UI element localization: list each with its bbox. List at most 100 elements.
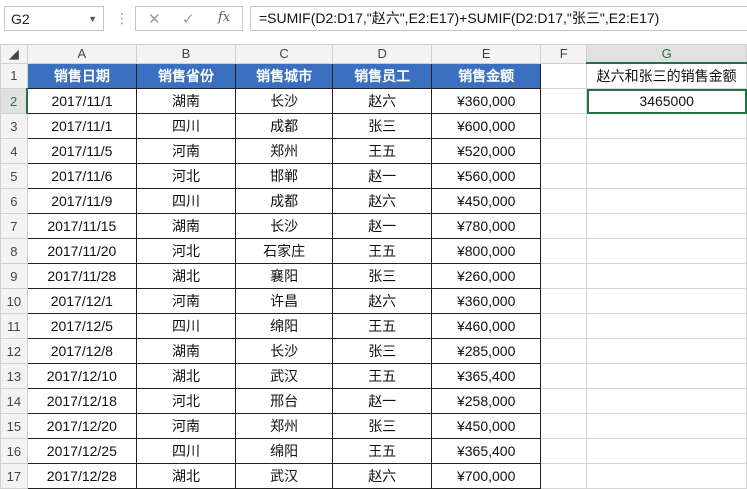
cell[interactable]	[540, 388, 588, 414]
table-cell[interactable]: 四川	[135, 188, 237, 214]
table-cell[interactable]: 王五	[332, 238, 433, 264]
table-cell[interactable]: 王五	[332, 363, 433, 389]
row-header[interactable]: 4	[0, 138, 28, 164]
cell[interactable]	[586, 413, 747, 439]
table-header-cell[interactable]: 销售日期	[26, 62, 137, 89]
row-header[interactable]: 7	[0, 213, 28, 239]
table-cell[interactable]: 长沙	[235, 213, 334, 239]
cell[interactable]	[586, 463, 747, 489]
cell[interactable]	[540, 88, 588, 114]
row-header[interactable]: 1	[0, 62, 28, 89]
table-cell[interactable]: 赵六	[332, 288, 433, 314]
cell[interactable]	[586, 163, 747, 189]
table-cell[interactable]: 赵一	[332, 163, 433, 189]
table-cell[interactable]: 赵六	[332, 88, 433, 114]
table-cell[interactable]: 河南	[135, 413, 237, 439]
cell[interactable]	[540, 313, 588, 339]
table-cell[interactable]: 河北	[135, 238, 237, 264]
table-cell[interactable]: 绵阳	[235, 438, 334, 464]
table-cell[interactable]: 湖北	[135, 263, 237, 289]
table-cell[interactable]: ¥700,000	[431, 463, 542, 489]
row-header[interactable]: 17	[0, 463, 28, 489]
table-cell[interactable]: 2017/11/20	[26, 238, 137, 264]
cell[interactable]	[586, 363, 747, 389]
table-cell[interactable]: 2017/12/28	[26, 463, 137, 489]
table-cell[interactable]: 湖南	[135, 88, 237, 114]
column-header-B[interactable]: B	[135, 44, 237, 64]
table-header-cell[interactable]: 销售城市	[235, 62, 334, 89]
cell[interactable]	[540, 213, 588, 239]
table-cell[interactable]: 郑州	[235, 138, 334, 164]
cell[interactable]	[540, 438, 588, 464]
cell[interactable]	[540, 62, 588, 89]
table-cell[interactable]: 湖南	[135, 213, 237, 239]
cell-G2-selected[interactable]: 3465000	[586, 88, 747, 114]
table-cell[interactable]: ¥450,000	[431, 188, 542, 214]
column-header-G[interactable]: G	[586, 44, 747, 64]
table-cell[interactable]: 成都	[235, 113, 334, 139]
column-header-D[interactable]: D	[332, 44, 433, 64]
cell[interactable]	[540, 413, 588, 439]
table-cell[interactable]: ¥520,000	[431, 138, 542, 164]
table-cell[interactable]: 许昌	[235, 288, 334, 314]
table-cell[interactable]: 绵阳	[235, 313, 334, 339]
table-cell[interactable]: ¥360,000	[431, 288, 542, 314]
table-header-cell[interactable]: 销售省份	[135, 62, 237, 89]
formula-input[interactable]: =SUMIF(D2:D17,"赵六",E2:E17)+SUMIF(D2:D17,…	[250, 6, 747, 31]
cell[interactable]	[540, 363, 588, 389]
table-cell[interactable]: 2017/11/15	[26, 213, 137, 239]
cell[interactable]	[540, 138, 588, 164]
table-cell[interactable]: ¥450,000	[431, 413, 542, 439]
table-cell[interactable]: ¥365,400	[431, 438, 542, 464]
cell[interactable]	[586, 238, 747, 264]
table-cell[interactable]: 2017/11/5	[26, 138, 137, 164]
table-cell[interactable]: 2017/12/8	[26, 338, 137, 364]
cell[interactable]	[540, 263, 588, 289]
table-cell[interactable]: ¥258,000	[431, 388, 542, 414]
row-header[interactable]: 14	[0, 388, 28, 414]
table-cell[interactable]: ¥460,000	[431, 313, 542, 339]
table-cell[interactable]: 赵六	[332, 463, 433, 489]
cell[interactable]	[586, 113, 747, 139]
cell[interactable]	[586, 188, 747, 214]
table-header-cell[interactable]: 销售金额	[431, 62, 542, 89]
row-header[interactable]: 3	[0, 113, 28, 139]
cell[interactable]	[540, 238, 588, 264]
cell-G1[interactable]: 赵六和张三的销售金额	[586, 62, 747, 89]
table-cell[interactable]: 张三	[332, 113, 433, 139]
table-cell[interactable]: 张三	[332, 413, 433, 439]
row-header[interactable]: 5	[0, 163, 28, 189]
cell[interactable]	[540, 163, 588, 189]
table-cell[interactable]: 2017/11/28	[26, 263, 137, 289]
table-cell[interactable]: ¥365,400	[431, 363, 542, 389]
table-cell[interactable]: 河南	[135, 138, 237, 164]
table-cell[interactable]: 湖北	[135, 363, 237, 389]
table-cell[interactable]: 2017/12/20	[26, 413, 137, 439]
row-header[interactable]: 6	[0, 188, 28, 214]
table-cell[interactable]: 四川	[135, 438, 237, 464]
table-cell[interactable]: 河南	[135, 288, 237, 314]
cell[interactable]	[586, 288, 747, 314]
row-header[interactable]: 13	[0, 363, 28, 389]
row-header[interactable]: 11	[0, 313, 28, 339]
row-header[interactable]: 2	[0, 88, 29, 114]
table-cell[interactable]: 张三	[332, 338, 433, 364]
cell[interactable]	[540, 288, 588, 314]
cell[interactable]	[586, 338, 747, 364]
table-cell[interactable]: 赵六	[332, 188, 433, 214]
row-header[interactable]: 8	[0, 238, 28, 264]
table-cell[interactable]: 2017/11/9	[26, 188, 137, 214]
table-cell[interactable]: 湖北	[135, 463, 237, 489]
cell[interactable]	[540, 463, 588, 489]
table-cell[interactable]: ¥285,000	[431, 338, 542, 364]
cell[interactable]	[586, 138, 747, 164]
table-cell[interactable]: 成都	[235, 188, 334, 214]
table-cell[interactable]: ¥360,000	[431, 88, 542, 114]
column-header-E[interactable]: E	[431, 44, 542, 64]
table-cell[interactable]: 石家庄	[235, 238, 334, 264]
table-cell[interactable]: 湖南	[135, 338, 237, 364]
table-cell[interactable]: 襄阳	[235, 263, 334, 289]
row-header[interactable]: 16	[0, 438, 28, 464]
row-header[interactable]: 15	[0, 413, 28, 439]
row-header[interactable]: 9	[0, 263, 28, 289]
